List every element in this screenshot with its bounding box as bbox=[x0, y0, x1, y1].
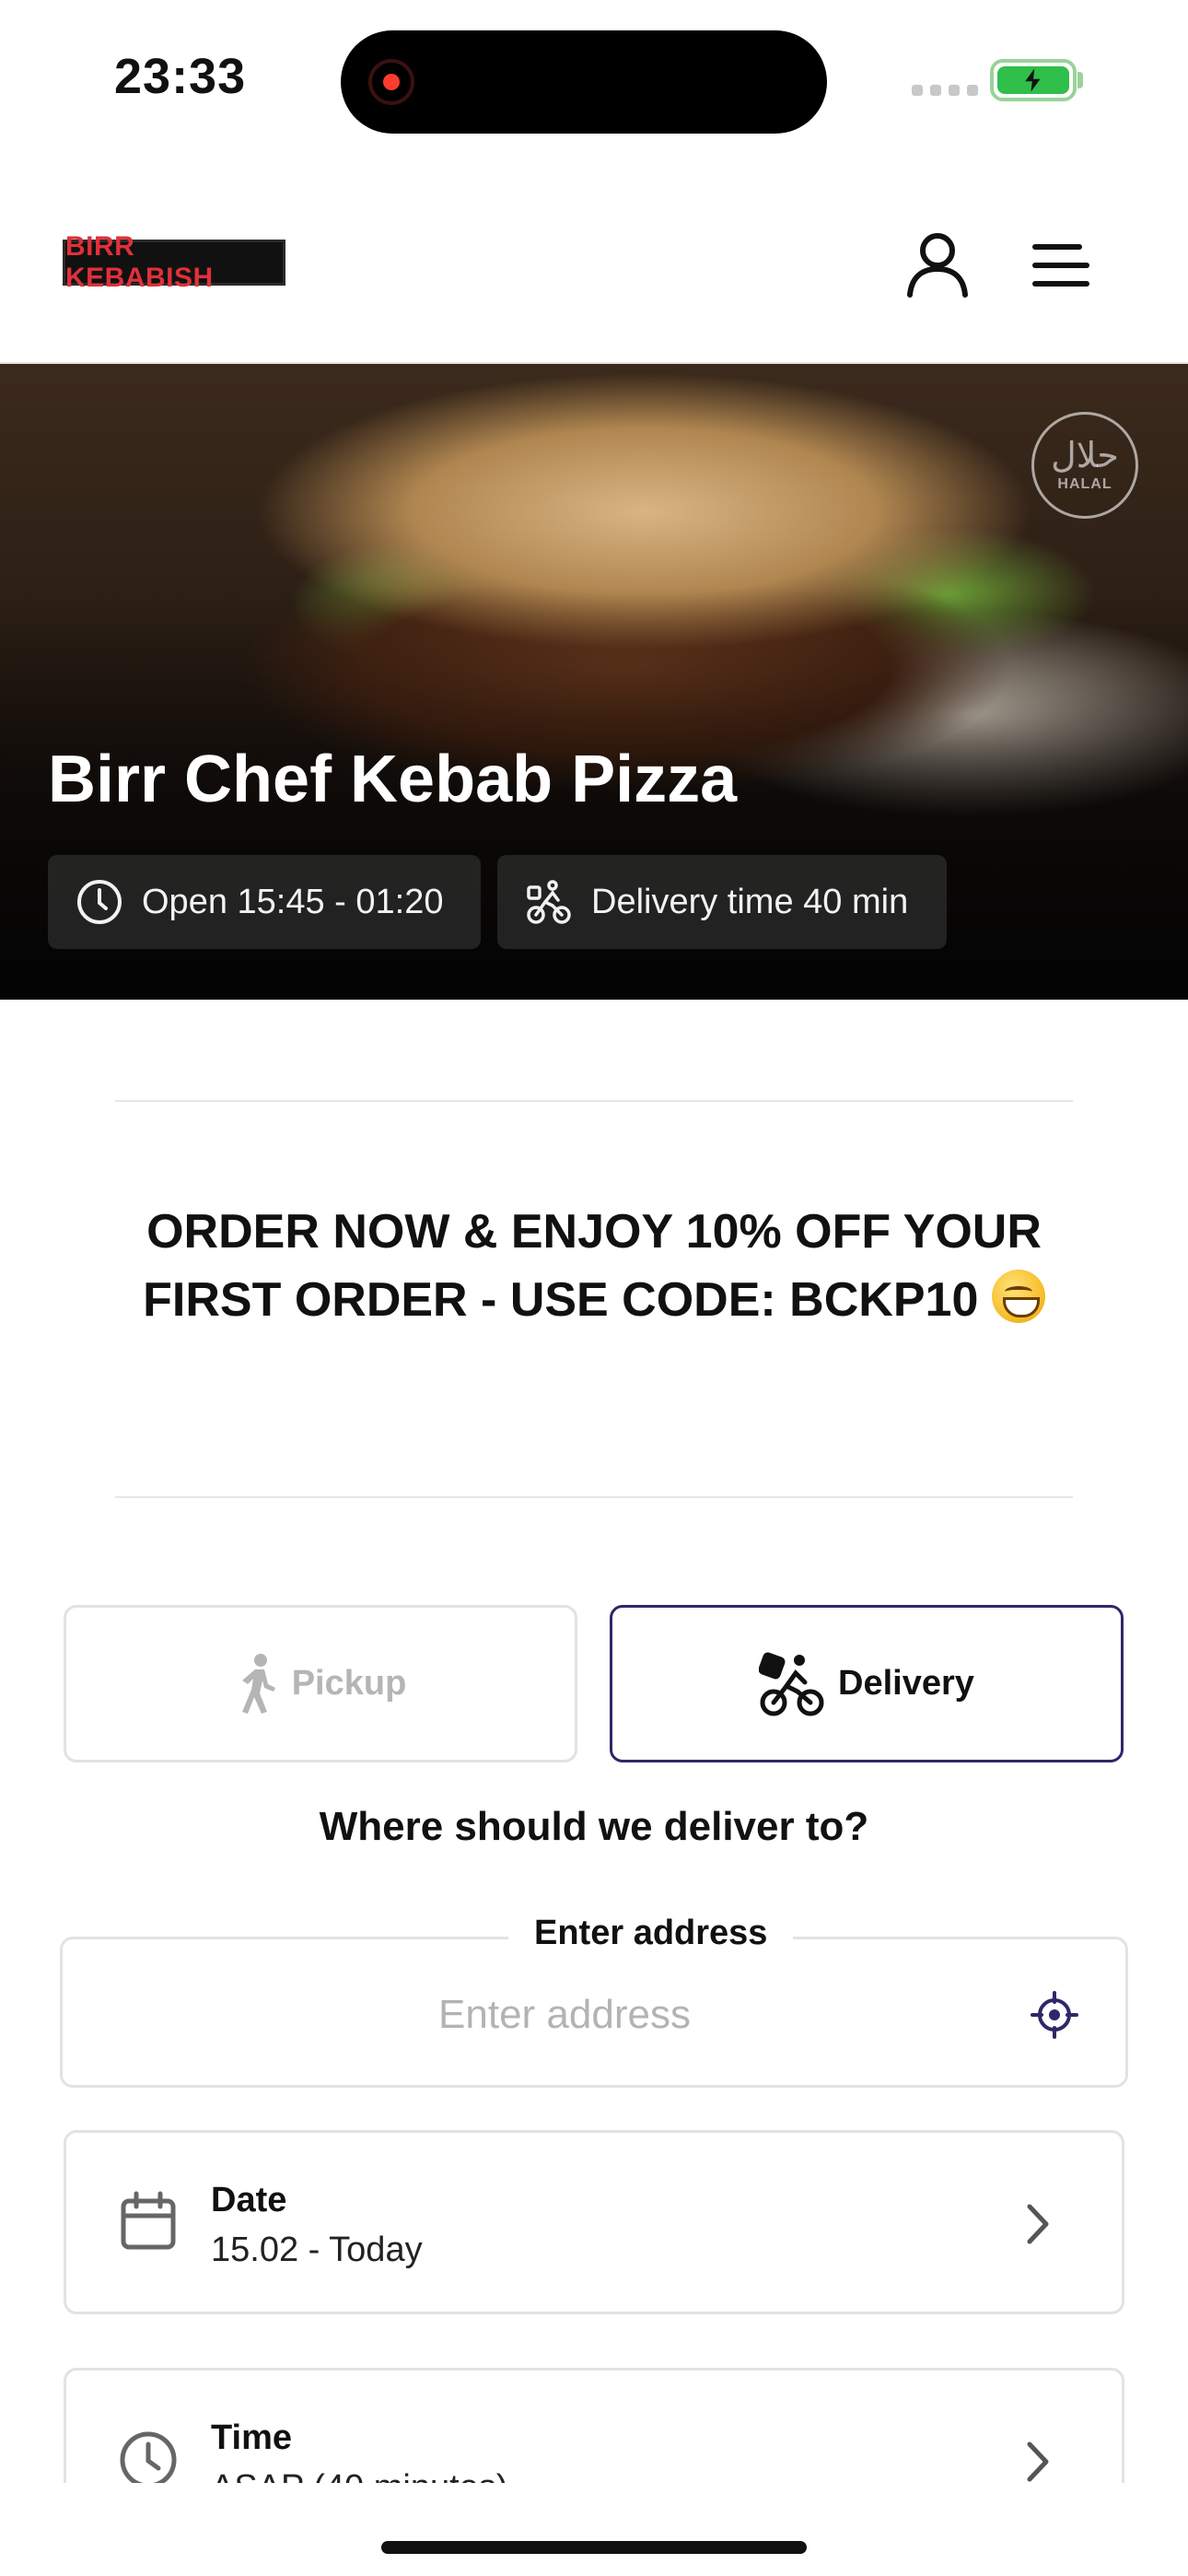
chevron-right-icon bbox=[1027, 2441, 1049, 2482]
address-input[interactable] bbox=[99, 1985, 1030, 2044]
dynamic-island bbox=[341, 30, 827, 134]
recording-indicator-icon bbox=[368, 59, 414, 105]
divider bbox=[115, 1100, 1073, 1102]
address-field[interactable]: Enter address bbox=[60, 1914, 1128, 2088]
promo-banner: ORDER NOW & ENJOY 10% OFF YOUR FIRST ORD… bbox=[129, 1198, 1059, 1334]
app-header: BIRR KEBABISH bbox=[0, 157, 1188, 364]
hamburger-menu-icon bbox=[1032, 244, 1089, 287]
restaurant-name: Birr Chef Kebab Pizza bbox=[48, 743, 738, 816]
opening-hours-text: Open 15:45 - 01:20 bbox=[142, 882, 444, 921]
signal-icon bbox=[912, 85, 978, 96]
address-field-label: Enter address bbox=[508, 1914, 794, 1953]
date-label: Date bbox=[211, 2181, 287, 2219]
calendar-icon bbox=[121, 2191, 176, 2250]
delivery-button[interactable]: Delivery bbox=[610, 1605, 1124, 1762]
chevron-right-icon bbox=[1027, 2204, 1049, 2244]
time-label: Time bbox=[211, 2418, 293, 2457]
status-bar: 23:33 bbox=[0, 0, 1188, 157]
status-time: 23:33 bbox=[114, 49, 247, 104]
walking-person-icon bbox=[241, 1653, 275, 1714]
date-selector[interactable]: Date 15.02 - Today bbox=[64, 2130, 1124, 2314]
menu-button[interactable] bbox=[1028, 232, 1094, 299]
bicycle-courier-icon bbox=[527, 880, 571, 924]
bottom-safe-area bbox=[0, 2483, 1188, 2576]
delivery-bike-icon bbox=[759, 1652, 824, 1715]
battery-cap bbox=[1077, 72, 1083, 88]
clock-icon bbox=[77, 880, 122, 924]
date-value: 15.02 - Today bbox=[211, 2231, 423, 2269]
delivery-time-chip: Delivery time 40 min bbox=[497, 855, 947, 949]
halal-badge-text: HALAL bbox=[1057, 476, 1112, 492]
crosshair-location-icon bbox=[1031, 1991, 1078, 2039]
home-indicator[interactable] bbox=[381, 2541, 807, 2554]
hero-banner: حلال HALAL Birr Chef Kebab Pizza Open 15… bbox=[0, 364, 1188, 1000]
logo-text: BIRR KEBABISH bbox=[65, 231, 214, 293]
divider bbox=[115, 1496, 1073, 1498]
delivery-label: Delivery bbox=[838, 1664, 974, 1703]
opening-hours-chip: Open 15:45 - 01:20 bbox=[48, 855, 481, 949]
halal-badge: حلال HALAL bbox=[1031, 412, 1138, 519]
pickup-button[interactable]: Pickup bbox=[64, 1605, 577, 1762]
promo-text: ORDER NOW & ENJOY 10% OFF YOUR FIRST ORD… bbox=[143, 1205, 1042, 1327]
brand-logo[interactable]: BIRR KEBABISH bbox=[63, 231, 285, 293]
account-button[interactable] bbox=[901, 228, 974, 302]
grinning-face-emoji-icon bbox=[991, 1270, 1045, 1323]
delivery-time-text: Delivery time 40 min bbox=[591, 882, 909, 921]
battery-charging-icon bbox=[990, 59, 1077, 101]
account-icon bbox=[907, 233, 968, 298]
delivery-question: Where should we deliver to? bbox=[319, 1804, 869, 1849]
use-current-location-button[interactable] bbox=[1025, 1985, 1084, 2044]
pickup-label: Pickup bbox=[291, 1664, 407, 1703]
halal-badge-arabic: حلال bbox=[1051, 435, 1119, 475]
